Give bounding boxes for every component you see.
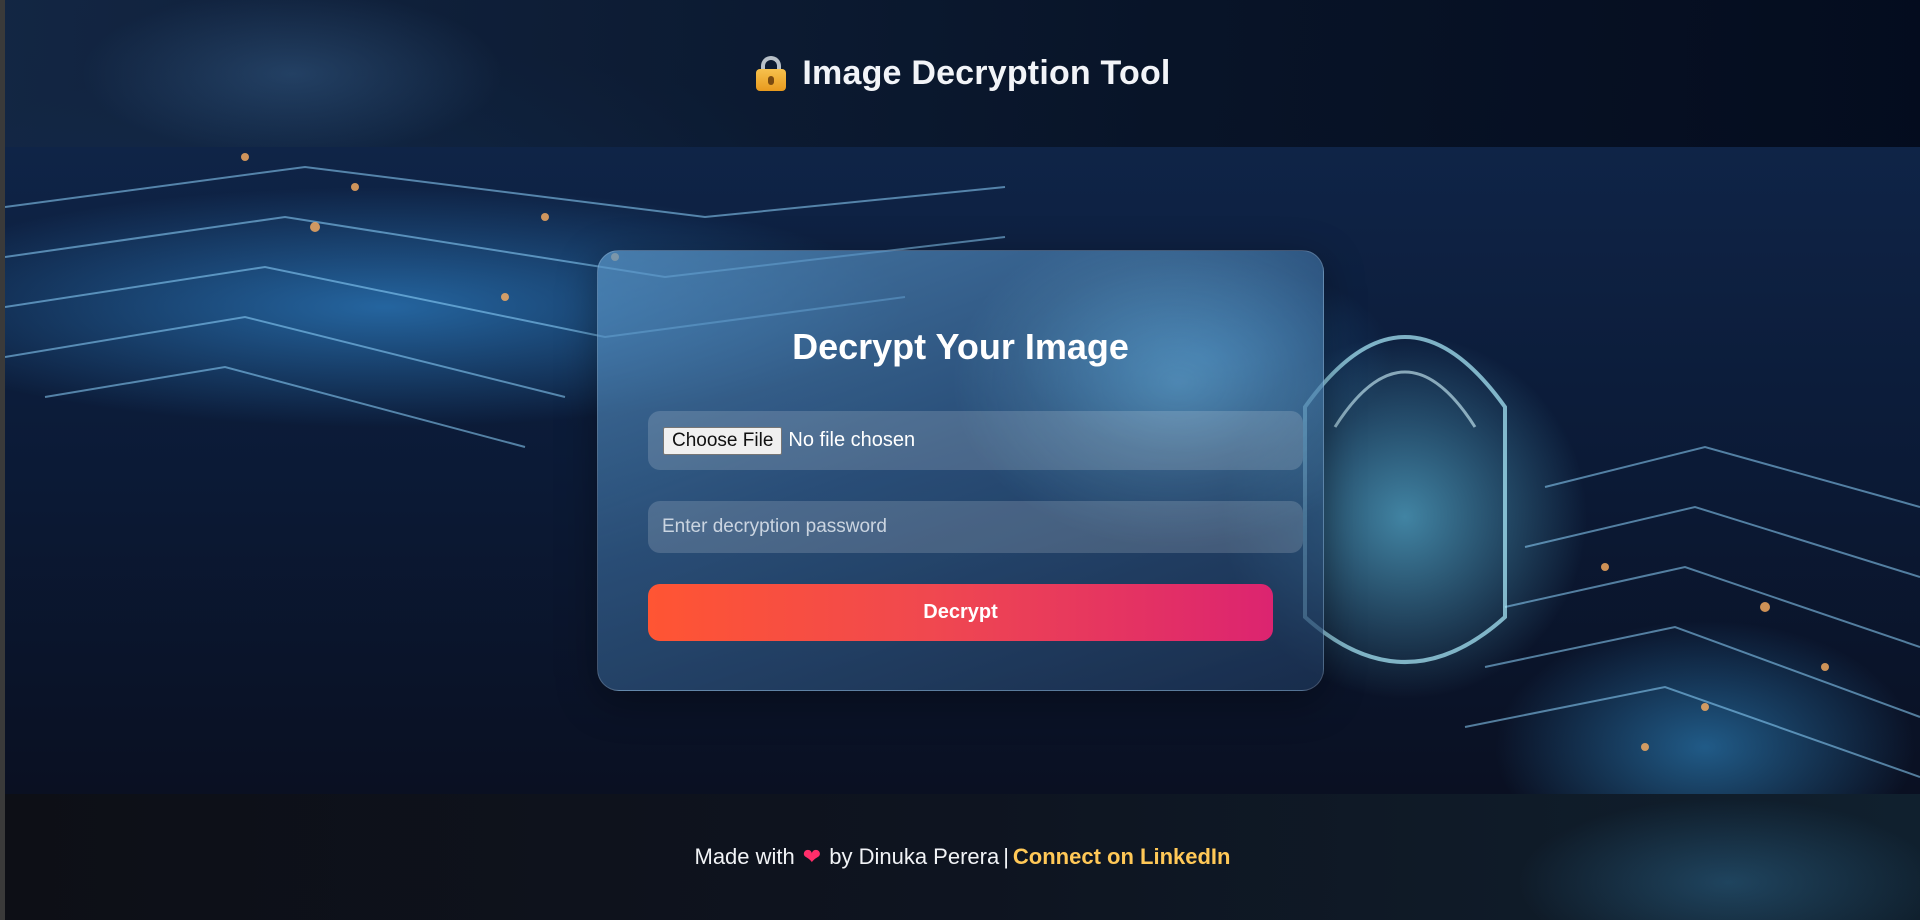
choose-file-button[interactable]: Choose File <box>663 426 783 455</box>
card-title: Decrypt Your Image <box>792 326 1129 367</box>
decrypt-button[interactable]: Decrypt <box>648 584 1273 641</box>
password-input[interactable] <box>648 501 1303 553</box>
file-input[interactable]: Choose File No file chosen <box>648 411 1303 470</box>
page-footer: Made with ❤ by Dinuka Perera | Connect o… <box>5 794 1920 920</box>
page-title: Image Decryption Tool <box>802 54 1171 92</box>
linkedin-link[interactable]: Connect on LinkedIn <box>1013 844 1231 870</box>
file-status-text: No file chosen <box>788 429 916 451</box>
footer-author: by Dinuka Perera <box>829 844 1000 869</box>
page-header: Image Decryption Tool <box>5 0 1920 147</box>
lock-icon <box>754 55 788 92</box>
heart-icon: ❤ <box>802 844 822 869</box>
footer-separator: | <box>1003 844 1009 869</box>
footer-made-with: Made with <box>694 844 795 869</box>
decrypt-card: Decrypt Your Image Choose File No file c… <box>597 250 1324 691</box>
